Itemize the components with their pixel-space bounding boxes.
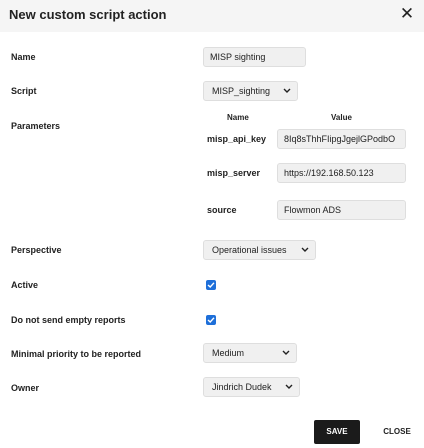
owner-select[interactable]: Jindrich Dudek <box>203 377 300 397</box>
name-label: Name <box>11 52 36 62</box>
dialog-header: New custom script action ✕ <box>0 0 424 32</box>
perspective-label: Perspective <box>11 245 62 255</box>
close-button[interactable]: CLOSE <box>380 420 414 444</box>
perspective-select-value: Operational issues <box>212 245 287 255</box>
script-select[interactable]: MISP_sighting <box>203 81 298 101</box>
dialog-title: New custom script action <box>9 7 167 22</box>
no-empty-reports-label: Do not send empty reports <box>11 315 126 325</box>
save-button[interactable]: SAVE <box>314 420 360 444</box>
active-label: Active <box>11 280 39 290</box>
chevron-down-icon <box>301 247 309 252</box>
owner-label: Owner <box>11 383 40 393</box>
perspective-select[interactable]: Operational issues <box>203 240 316 260</box>
close-icon[interactable]: ✕ <box>398 4 416 24</box>
script-select-value: MISP_sighting <box>212 86 271 96</box>
owner-select-value: Jindrich Dudek <box>212 382 272 392</box>
minimal-priority-select[interactable]: Medium <box>203 343 297 363</box>
checkmark-icon <box>207 317 215 323</box>
minimal-priority-select-value: Medium <box>212 348 245 358</box>
script-label: Script <box>11 86 37 96</box>
param-value-source[interactable]: Flowmon ADS <box>277 200 406 220</box>
chevron-down-icon <box>283 88 291 93</box>
param-name-misp-server: misp_server <box>207 168 261 178</box>
param-col-value-header: Value <box>331 113 352 122</box>
name-input[interactable]: MISP sighting <box>203 47 306 67</box>
chevron-down-icon <box>285 384 293 389</box>
parameters-label: Parameters <box>11 121 61 131</box>
param-name-source: source <box>207 205 237 215</box>
param-name-misp-api-key: misp_api_key <box>207 134 267 144</box>
no-empty-reports-checkbox[interactable] <box>206 315 216 325</box>
checkmark-icon <box>207 282 215 288</box>
active-checkbox[interactable] <box>206 280 216 290</box>
chevron-down-icon <box>282 350 290 355</box>
param-value-misp-api-key[interactable]: 8Iq8sThhFIipgJgejlGPodbO <box>277 129 406 149</box>
minimal-priority-label: Minimal priority to be reported <box>11 349 142 359</box>
param-value-misp-server[interactable]: https://192.168.50.123 <box>277 163 406 183</box>
param-col-name-header: Name <box>227 113 249 122</box>
